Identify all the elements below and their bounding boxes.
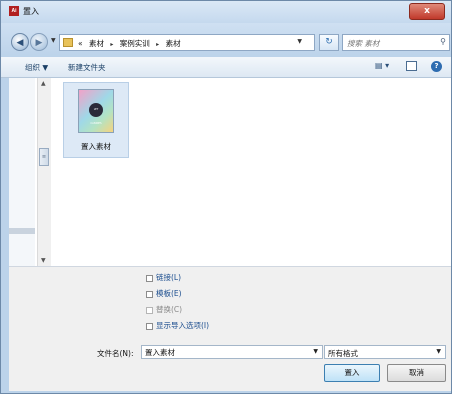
breadcrumb-item[interactable]: 素材 (89, 39, 104, 48)
recent-locations-chevron-down-icon[interactable]: ▼ (51, 37, 56, 44)
search-box[interactable]: ⚲ (342, 34, 450, 51)
title-bar: Ai 置入 x (1, 1, 451, 23)
close-button[interactable]: x (409, 3, 445, 20)
replace-checkbox (146, 306, 153, 314)
filename-label: 文件名(N): (97, 349, 134, 358)
file-name: 置入素材 (81, 142, 111, 151)
option-template[interactable]: 模板(E) (146, 288, 182, 299)
address-row: ◀ ▶ ▼ « 素材 ▸ 案例实训 ▸ 素材 ▼ ↻ ⚲ (1, 23, 451, 57)
address-chevron-down-icon[interactable]: ▼ (297, 38, 302, 45)
folder-icon (63, 38, 73, 47)
scroll-up-icon[interactable]: ▲ (41, 80, 46, 87)
search-input[interactable] (345, 36, 437, 51)
place-dialog: Ai 置入 x ◀ ▶ ▼ « 素材 ▸ 案例实训 ▸ 素材 ▼ ↻ ⚲ 组织 … (0, 0, 452, 394)
illustrator-app-icon: Ai (9, 6, 19, 16)
file-type-value: 所有格式 (328, 349, 358, 358)
breadcrumb-item[interactable]: 素材 (166, 39, 181, 48)
file-type-select[interactable]: 所有格式 ▼ (324, 345, 446, 359)
show-import-checkbox[interactable] (146, 322, 153, 330)
option-show-import[interactable]: 显示导入选项(I) (146, 320, 209, 331)
template-label: 模板(E) (156, 289, 182, 298)
filename-combobox[interactable]: ▼ (141, 345, 323, 359)
replace-label: 替换(C) (156, 305, 183, 314)
option-link[interactable]: 链接(L) (146, 272, 181, 283)
preview-pane-icon[interactable] (406, 61, 417, 71)
new-folder-button[interactable]: 新建文件夹 (68, 62, 106, 73)
breadcrumb-separator-icon[interactable]: ▸ (156, 41, 159, 48)
template-checkbox[interactable] (146, 290, 153, 298)
file-list: LET CANDIES 置入素材 (53, 78, 451, 266)
place-button[interactable]: 置入 (324, 364, 380, 382)
search-icon[interactable]: ⚲ (440, 37, 446, 46)
file-item-selected[interactable]: LET CANDIES 置入素材 (63, 82, 129, 158)
show-import-label: 显示导入选项(I) (156, 321, 210, 330)
back-button[interactable]: ◀ (11, 33, 29, 51)
address-bar[interactable]: « 素材 ▸ 案例实训 ▸ 素材 ▼ (59, 34, 315, 51)
link-checkbox[interactable] (146, 274, 153, 282)
navigation-tree-item[interactable] (9, 228, 35, 234)
forward-button[interactable]: ▶ (30, 33, 48, 51)
options-panel: 链接(L) 模板(E) 替换(C) 显示导入选项(I) 文件名(N): ▼ 所有… (9, 266, 451, 391)
link-label: 链接(L) (156, 273, 182, 282)
thumbnail-logo: LET CANDIES (89, 103, 103, 125)
organize-menu[interactable]: 组织 ▼ (25, 62, 48, 73)
breadcrumb-item[interactable]: 案例实训 (120, 39, 150, 48)
option-replace: 替换(C) (146, 304, 182, 315)
breadcrumb-separator-icon[interactable]: ▸ (110, 41, 113, 48)
help-icon[interactable]: ? (431, 61, 442, 72)
scroll-thumb[interactable]: ≡ (39, 148, 49, 166)
navigation-tree (9, 78, 35, 266)
command-bar: 组织 ▼ 新建文件夹 ▤ ▾ ? (1, 57, 451, 78)
cancel-button[interactable]: 取消 (387, 364, 446, 382)
change-view-icon[interactable]: ▤ ▾ (375, 61, 389, 70)
window-title: 置入 (23, 7, 39, 16)
filename-field[interactable] (145, 347, 305, 357)
breadcrumb: « 素材 ▸ 案例实训 ▸ 素材 (78, 38, 185, 49)
file-thumbnail: LET CANDIES (78, 89, 114, 133)
refresh-button[interactable]: ↻ (319, 34, 339, 51)
file-type-chevron-down-icon[interactable]: ▼ (436, 348, 441, 355)
navigation-scrollbar[interactable]: ▲ ≡ ▼ (37, 78, 51, 266)
filename-chevron-down-icon[interactable]: ▼ (313, 348, 318, 355)
breadcrumb-overflow[interactable]: « (78, 39, 83, 48)
scroll-down-icon[interactable]: ▼ (41, 257, 46, 264)
